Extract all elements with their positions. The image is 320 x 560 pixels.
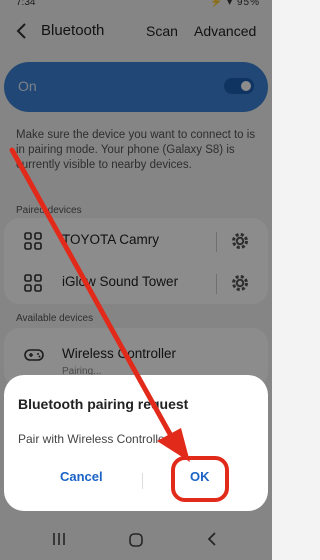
dialog-title: Bluetooth pairing request [18, 396, 189, 412]
divider [142, 473, 143, 489]
ok-highlight-circle [171, 456, 229, 502]
dialog-message: Pair with Wireless Controller? [18, 432, 176, 446]
cancel-button[interactable]: Cancel [60, 469, 103, 484]
